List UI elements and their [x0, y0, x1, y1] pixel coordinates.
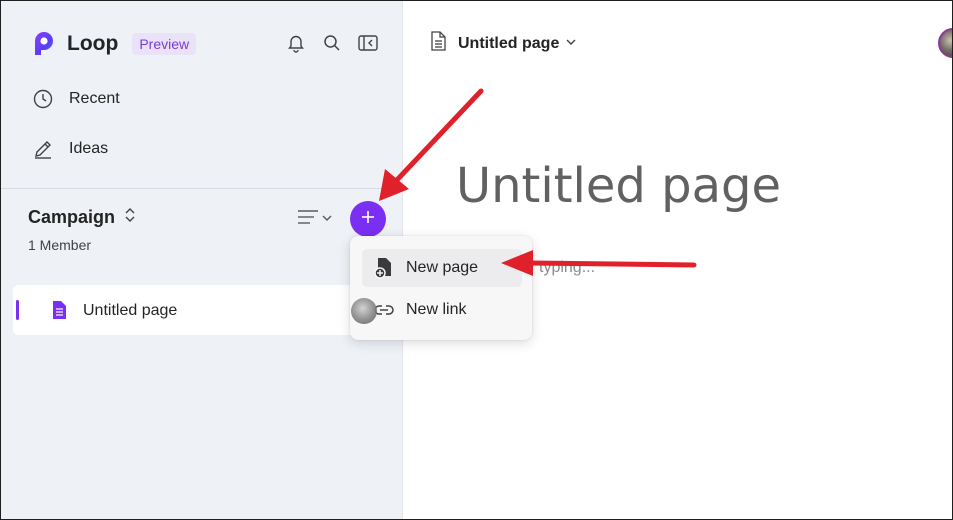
sidebar-page-untitled[interactable]: Untitled page [13, 285, 391, 335]
sidebar: Loop Preview Recent Ideas Campaign 1 Mem… [1, 1, 403, 519]
member-count: 1 Member [28, 237, 92, 253]
sort-options-button[interactable] [297, 206, 337, 232]
sidebar-page-label: Untitled page [83, 302, 178, 319]
app-window: Loop Preview Recent Ideas Campaign 1 Mem… [0, 0, 953, 520]
sidebar-item-label: Recent [69, 90, 120, 107]
bell-icon[interactable] [284, 31, 308, 55]
search-icon[interactable] [320, 31, 344, 55]
app-header: Loop Preview [31, 31, 197, 57]
menu-item-label: New link [406, 301, 467, 318]
add-button[interactable] [350, 201, 386, 237]
sidebar-item-ideas[interactable]: Ideas [31, 137, 108, 161]
list-sort-icon [297, 206, 337, 233]
expand-collapse-icon [123, 206, 137, 229]
page-title-dropdown[interactable]: Untitled page [458, 35, 559, 53]
menu-item-new-link[interactable]: New link [362, 291, 522, 329]
selection-indicator [16, 300, 19, 320]
plus-icon [360, 209, 376, 230]
document-icon [430, 31, 446, 56]
workspace-switcher[interactable]: Campaign [28, 206, 137, 229]
clock-icon [31, 87, 55, 111]
menu-item-label: New page [406, 259, 479, 276]
sidebar-item-recent[interactable]: Recent [31, 87, 120, 111]
sidebar-item-label: Ideas [69, 140, 109, 157]
chevron-down-icon[interactable] [565, 35, 577, 53]
sidebar-divider [1, 188, 403, 189]
page-header: Untitled page [430, 31, 577, 56]
preview-badge: Preview [132, 33, 197, 55]
app-name: Loop [67, 32, 119, 55]
workspace-title: Campaign [28, 207, 116, 227]
editor-placeholder[interactable]: typing... [539, 259, 595, 277]
loop-logo-icon [31, 31, 59, 57]
add-menu: New page New link [350, 236, 532, 340]
pencil-icon [31, 137, 55, 161]
page-icon [51, 300, 67, 325]
collapse-sidebar-icon[interactable] [356, 31, 380, 55]
user-avatar[interactable] [938, 28, 952, 58]
menu-item-new-page[interactable]: New page [362, 249, 522, 287]
collaborator-avatar [351, 298, 377, 324]
editor-title[interactable]: Untitled page [456, 158, 781, 214]
new-page-icon [372, 256, 396, 280]
sidebar-toolbar [284, 31, 380, 55]
